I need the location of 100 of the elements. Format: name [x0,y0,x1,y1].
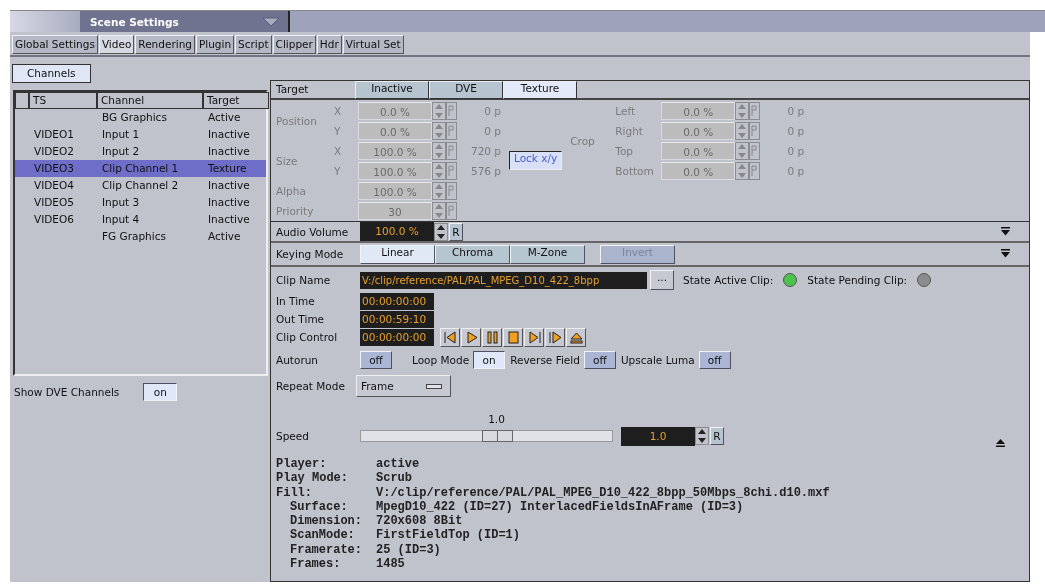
info-value: 720x608 8Bit [376,514,463,529]
keying-tab[interactable]: Linear [360,244,435,264]
eject-button[interactable] [566,327,586,347]
table-cell-text: Texture [207,161,248,176]
table-cell-text: Inactive [207,127,251,142]
table-cell-text: VIDEO3 [33,161,75,176]
tab[interactable]: Script [235,35,272,54]
info-value: active [376,457,420,472]
browse-button[interactable]: ... [650,270,674,290]
keying-tab[interactable]: M-Zone [510,244,585,264]
tab[interactable]: Channels [12,64,91,83]
spin-arrows-icon[interactable] [434,222,448,241]
option-label: Show DVE Channels [14,386,120,398]
toggle-button[interactable]: on [473,351,506,369]
pause-button[interactable] [482,327,502,347]
axis-label: X [334,105,343,117]
triangle-up-icon[interactable] [995,438,1006,447]
pixel-value: 720 p [469,145,502,157]
option-label: Loop Mode [412,354,470,366]
table-row[interactable]: VIDEO3 Clip Channel 1 Texture [15,160,266,177]
column-header: Channel [97,92,203,109]
step-forward-button[interactable] [545,327,565,347]
reset-button[interactable]: R [449,222,463,241]
timecode-field[interactable]: 00:00:59:10 [360,310,434,328]
table-cell-text: Active [207,229,242,244]
timecode-field[interactable]: 00:00:00:00 [360,292,434,310]
clip-name-field[interactable]: V:/clip/reference/PAL/PAL_MPEG_D10_422_8bpp [360,271,647,289]
info-label: Framerate: [290,542,363,558]
field-label: Bottom [615,165,655,177]
table-cell-text: VIDEO5 [33,195,75,210]
table-row[interactable]: FG Graphics Active [15,228,266,245]
tab[interactable]: Global Settings [12,35,98,54]
repeat-mode-dropdown[interactable]: Frame [356,375,451,397]
triangle-down-icon[interactable] [1000,249,1011,258]
table-cell-text: Input 1 [101,127,141,142]
stop-button[interactable] [503,327,523,347]
tab[interactable]: Rendering [135,35,195,54]
pixel-value: 0 p [786,165,806,177]
toggle-button[interactable]: off [698,351,731,369]
volume-field[interactable]: 100.0 % [360,222,434,241]
info-value: V:/clip/reference/PAL/PAL_MPEG_D10_422_8bpp_50Mbps_8chi.d10.mxf [376,485,830,500]
toggle-button[interactable]: off [583,351,616,369]
table-row[interactable]: VIDEO1 Input 1 Inactive [15,126,266,143]
table-row[interactable]: VIDEO6 Input 4 Inactive [15,211,266,228]
tab[interactable]: Hdr [316,35,342,54]
triangle-down-icon[interactable] [1000,226,1011,236]
info-label: Play Mode: [276,471,349,486]
target-tab[interactable]: Inactive [355,81,429,99]
option-label: Autorun [276,354,319,366]
tab[interactable]: Virtual Set [342,35,404,54]
toggle-button[interactable]: on [143,383,178,401]
speed-field[interactable]: 1.0 [621,426,695,446]
field-label: Top [615,145,634,157]
target-tab[interactable]: Texture [503,81,577,99]
keying-tab[interactable]: Chroma [435,244,510,264]
info-value: Scrub [376,471,412,486]
play-button[interactable] [461,327,481,347]
timecode-field[interactable]: 00:00:00:00 [360,328,434,346]
field-label: Keying Mode [276,248,345,260]
handle-icon [426,383,442,389]
info-label: ScanMode: [290,528,356,543]
skip-back-button[interactable] [440,327,460,347]
tab[interactable]: Clipper [272,35,316,54]
info-label: Frames: [290,557,342,572]
axis-label: X [334,145,343,157]
field-label: Repeat Mode [276,380,346,392]
table-row[interactable]: BG Graphics Active [15,109,266,126]
skip-forward-button[interactable] [524,327,544,347]
table-cell-text: Clip Channel 1 [101,161,180,176]
reset-button[interactable]: R [710,427,724,445]
spin-arrows-icon[interactable] [695,427,709,445]
status-label: State Pending Clip: [807,274,908,286]
slider-thumb[interactable] [481,430,513,442]
table-row[interactable]: VIDEO5 Input 3 Inactive [15,194,266,211]
table-cell-text: BG Graphics [101,110,168,125]
table-row[interactable]: VIDEO2 Input 2 Inactive [15,143,266,160]
field-label: Out Time [276,313,326,325]
toggle-button[interactable]: off [360,351,392,369]
table-row[interactable]: VIDEO4 Clip Channel 2 Inactive [15,177,266,194]
table-cell-text: VIDEO1 [33,127,75,142]
table-cell-text: VIDEO2 [33,144,75,159]
field-label: Right [615,125,644,137]
tab[interactable]: Plugin [195,35,235,54]
field-label: Size [276,155,299,167]
table-cell-text: FG Graphics [101,229,167,244]
info-value: MpegD10_422 (ID=27) InterlacedFieldsInAFrame (ID=3) [376,499,744,515]
title-bar-segment [10,11,80,32]
pixel-value: 576 p [469,165,502,177]
pixel-value: 0 p [483,125,502,137]
status-label: State Active Clip: [683,274,774,286]
field-label: Audio Volume [276,225,350,238]
scene-dropdown[interactable]: Scene Settings [80,11,290,32]
field-label: Position [276,115,318,127]
column-header: TS [29,92,97,109]
pixel-value: 0 p [786,145,806,157]
field-label: Alpha [276,185,307,197]
caret-icon [262,16,280,27]
table-cell-text: Clip Channel 2 [101,178,180,193]
tab[interactable]: Video [98,35,135,54]
target-tab[interactable]: DVE [429,81,503,99]
